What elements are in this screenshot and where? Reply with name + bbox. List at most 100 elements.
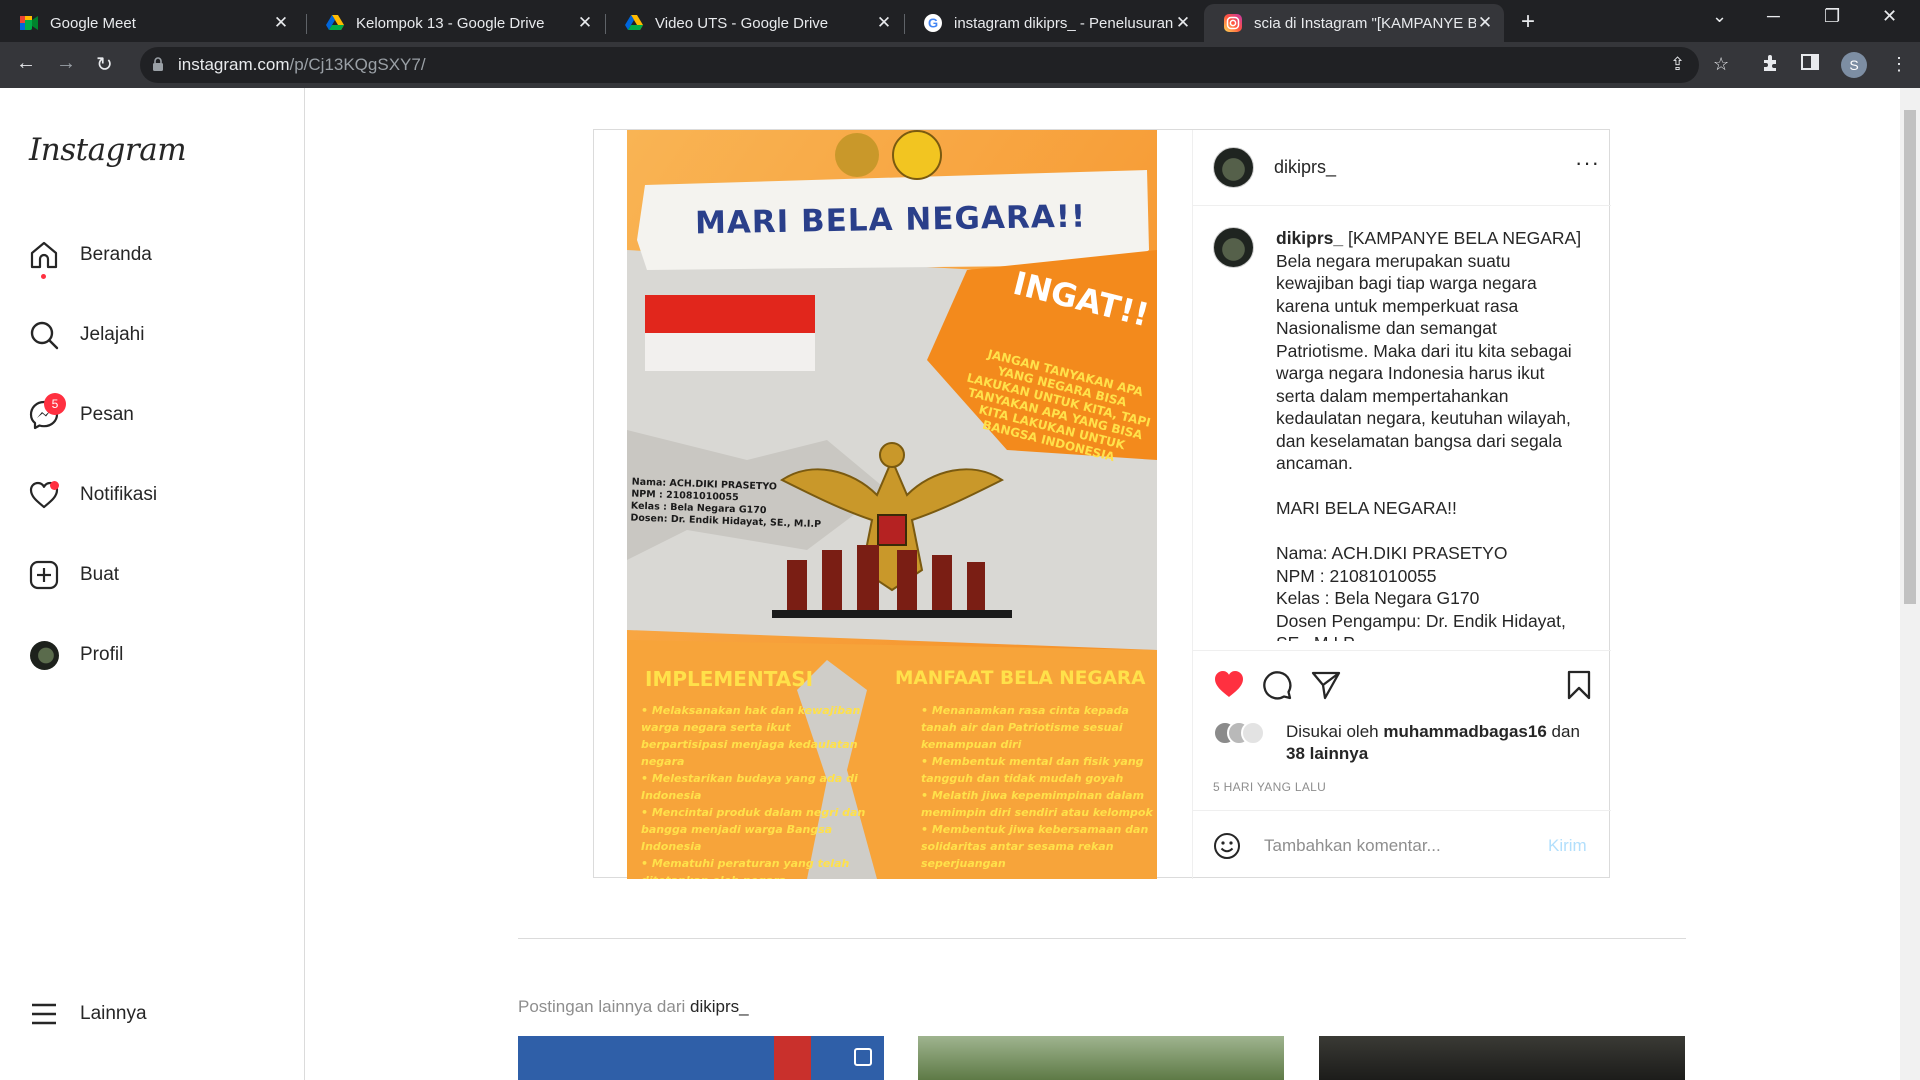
poster-list-item: • Membentuk jiwa kebersamaan dan solidar… xyxy=(921,823,1149,870)
close-icon[interactable]: ✕ xyxy=(1174,13,1192,33)
nav-buat[interactable]: Buat xyxy=(28,555,288,595)
nav-label: Pesan xyxy=(80,404,134,425)
send-comment-button[interactable]: Kirim xyxy=(1548,836,1587,856)
comment-icon[interactable] xyxy=(1262,670,1292,705)
plus-square-icon xyxy=(28,559,60,591)
side-panel-icon[interactable] xyxy=(1801,54,1819,75)
caption-line: Bela negara merupakan suatu kewajiban ba… xyxy=(1276,250,1572,474)
window-close-icon[interactable]: ✕ xyxy=(1882,6,1897,27)
browser-toolbar: ← → ↻ instagram.com/p/Cj13KQgSXY7/ ⇪ ☆ S… xyxy=(0,42,1920,88)
nav-profil[interactable]: Profil xyxy=(28,635,288,675)
tab-title: Kelompok 13 - Google Drive xyxy=(356,14,545,32)
share-icon[interactable]: ⇪ xyxy=(1670,54,1685,75)
bookmark-star-icon[interactable]: ☆ xyxy=(1713,54,1729,75)
messenger-icon: 5 xyxy=(28,393,66,431)
svg-text:G: G xyxy=(928,16,938,31)
back-icon[interactable]: ← xyxy=(16,52,36,75)
close-icon[interactable]: ✕ xyxy=(576,13,594,33)
likes-and: dan xyxy=(1551,722,1580,741)
save-bookmark-icon[interactable] xyxy=(1566,670,1592,705)
tab-search-icon[interactable]: ⌄ xyxy=(1712,6,1727,27)
tab-instagram-active[interactable]: scia di Instagram "[KAMPANYE BELA ✕ xyxy=(1204,4,1504,42)
poster-list-item: • Melestarikan budaya yang ada di Indone… xyxy=(641,772,858,802)
comment-box: Tambahkan komentar... Kirim xyxy=(1193,810,1611,879)
profile-avatar[interactable]: S xyxy=(1841,52,1867,78)
tab-google-search[interactable]: G instagram dikiprs_ - Penelusuran ✕ xyxy=(904,4,1202,42)
post-image[interactable]: MARI BELA NEGARA!! INGAT!! JANGAN TANYAK… xyxy=(627,130,1157,879)
more-options-icon[interactable]: ··· xyxy=(1575,150,1600,176)
google-meet-icon xyxy=(20,14,38,32)
carousel-icon xyxy=(854,1048,872,1066)
poster-title: MARI BELA NEGARA!! xyxy=(694,198,1087,242)
like-heart-icon[interactable] xyxy=(1213,669,1245,704)
instagram-sidebar: Instagram Beranda Jelajahi 5 Pesan Notif… xyxy=(0,88,305,1080)
more-posts-username[interactable]: dikiprs_ xyxy=(690,997,749,1016)
poster-list-item: • Mematuhi peraturan yang telah ditetapk… xyxy=(641,857,850,879)
post-header: dikiprs_ ··· xyxy=(1193,130,1611,206)
tab-kelompok13-drive[interactable]: Kelompok 13 - Google Drive ✕ xyxy=(306,4,604,42)
liker-avatar xyxy=(1241,721,1265,745)
nav-label: Jelajahi xyxy=(80,324,145,345)
hamburger-menu-icon xyxy=(28,998,60,1030)
nav-pesan[interactable]: 5 Pesan xyxy=(28,393,288,435)
likes-user[interactable]: muhammadbagas16 xyxy=(1383,722,1546,741)
author-username[interactable]: dikiprs_ xyxy=(1274,157,1336,178)
post-time-ago[interactable]: 5 HARI YANG LALU xyxy=(1213,780,1326,794)
browser-tab-bar: Google Meet ✕ Kelompok 13 - Google Drive… xyxy=(0,0,1920,42)
post-caption: dikiprs_ [KAMPANYE BELA NEGARA] Bela neg… xyxy=(1276,227,1586,641)
section-divider xyxy=(518,938,1686,939)
restore-icon[interactable]: ❐ xyxy=(1824,6,1840,27)
caption-line: [KAMPANYE BELA NEGARA] xyxy=(1348,228,1582,248)
more-post-thumbnail[interactable] xyxy=(918,1036,1284,1080)
caption-username[interactable]: dikiprs_ xyxy=(1276,228,1343,248)
more-post-thumbnail[interactable] xyxy=(1319,1036,1685,1080)
emoji-icon[interactable] xyxy=(1213,832,1241,865)
page-scrollbar[interactable] xyxy=(1900,88,1920,1080)
close-icon[interactable]: ✕ xyxy=(272,13,290,33)
caption-line: Nama: ACH.DIKI PRASETYO xyxy=(1276,543,1508,563)
post-details-pane: dikiprs_ ··· dikiprs_ [KAMPANYE BELA NEG… xyxy=(1192,130,1611,879)
author-avatar[interactable] xyxy=(1213,147,1254,188)
close-icon[interactable]: ✕ xyxy=(1476,13,1494,33)
tab-video-uts-drive[interactable]: Video UTS - Google Drive ✕ xyxy=(605,4,903,42)
avatar-icon xyxy=(28,639,60,671)
nav-label: Buat xyxy=(80,564,120,585)
new-tab-icon[interactable]: + xyxy=(1521,8,1535,36)
caption-line: Dosen Pengampu: Dr. Endik Hidayat, SE., … xyxy=(1276,610,1566,642)
scrollbar-thumb[interactable] xyxy=(1904,110,1916,604)
tab-title: scia di Instagram "[KAMPANYE BELA xyxy=(1254,14,1476,32)
minimize-icon[interactable]: ─ xyxy=(1767,6,1780,27)
heart-icon xyxy=(28,479,60,511)
share-direct-icon[interactable] xyxy=(1311,670,1341,705)
browser-menu-icon[interactable]: ⋮ xyxy=(1890,54,1908,75)
nav-label: Profil xyxy=(80,644,124,665)
nav-label: Beranda xyxy=(80,244,152,265)
more-post-thumbnail[interactable] xyxy=(518,1036,884,1080)
post-actions: Disukai oleh muhammadbagas16 dan 38 lain… xyxy=(1193,650,1611,810)
likes-others[interactable]: 38 lainnya xyxy=(1286,744,1368,763)
poster-identity: Nama: ACH.DIKI PRASETYO NPM : 2108101005… xyxy=(630,477,832,532)
close-icon[interactable]: ✕ xyxy=(875,13,893,33)
poster-list-item: • Membentuk mental dan fisik yang tanggu… xyxy=(921,755,1144,785)
tab-title: Video UTS - Google Drive xyxy=(655,14,829,32)
nav-notifikasi[interactable]: Notifikasi xyxy=(28,475,288,515)
caption-line: MARI BELA NEGARA!! xyxy=(1276,498,1457,518)
caption-avatar[interactable] xyxy=(1213,227,1254,268)
nav-lainnya[interactable]: Lainnya xyxy=(28,994,288,1034)
reload-icon[interactable]: ↻ xyxy=(96,52,113,77)
likes-prefix: Disukai oleh xyxy=(1286,722,1379,741)
google-drive-icon xyxy=(326,14,344,32)
forward-icon[interactable]: → xyxy=(56,52,76,75)
tab-google-meet[interactable]: Google Meet ✕ xyxy=(0,4,300,42)
notification-dot xyxy=(41,274,46,279)
instagram-logo[interactable]: Instagram xyxy=(29,132,187,168)
tab-title: instagram dikiprs_ - Penelusuran xyxy=(954,14,1174,32)
nav-beranda[interactable]: Beranda xyxy=(28,235,288,279)
url-host: instagram.com xyxy=(178,55,290,74)
extensions-icon[interactable] xyxy=(1761,54,1779,77)
caption-line: NPM : 21081010055 xyxy=(1276,565,1437,586)
address-bar[interactable]: instagram.com/p/Cj13KQgSXY7/ xyxy=(140,47,1699,83)
caption-line: Kelas : Bela Negara G170 xyxy=(1276,588,1480,608)
nav-jelajahi[interactable]: Jelajahi xyxy=(28,315,288,355)
comment-input[interactable]: Tambahkan komentar... xyxy=(1264,836,1441,856)
